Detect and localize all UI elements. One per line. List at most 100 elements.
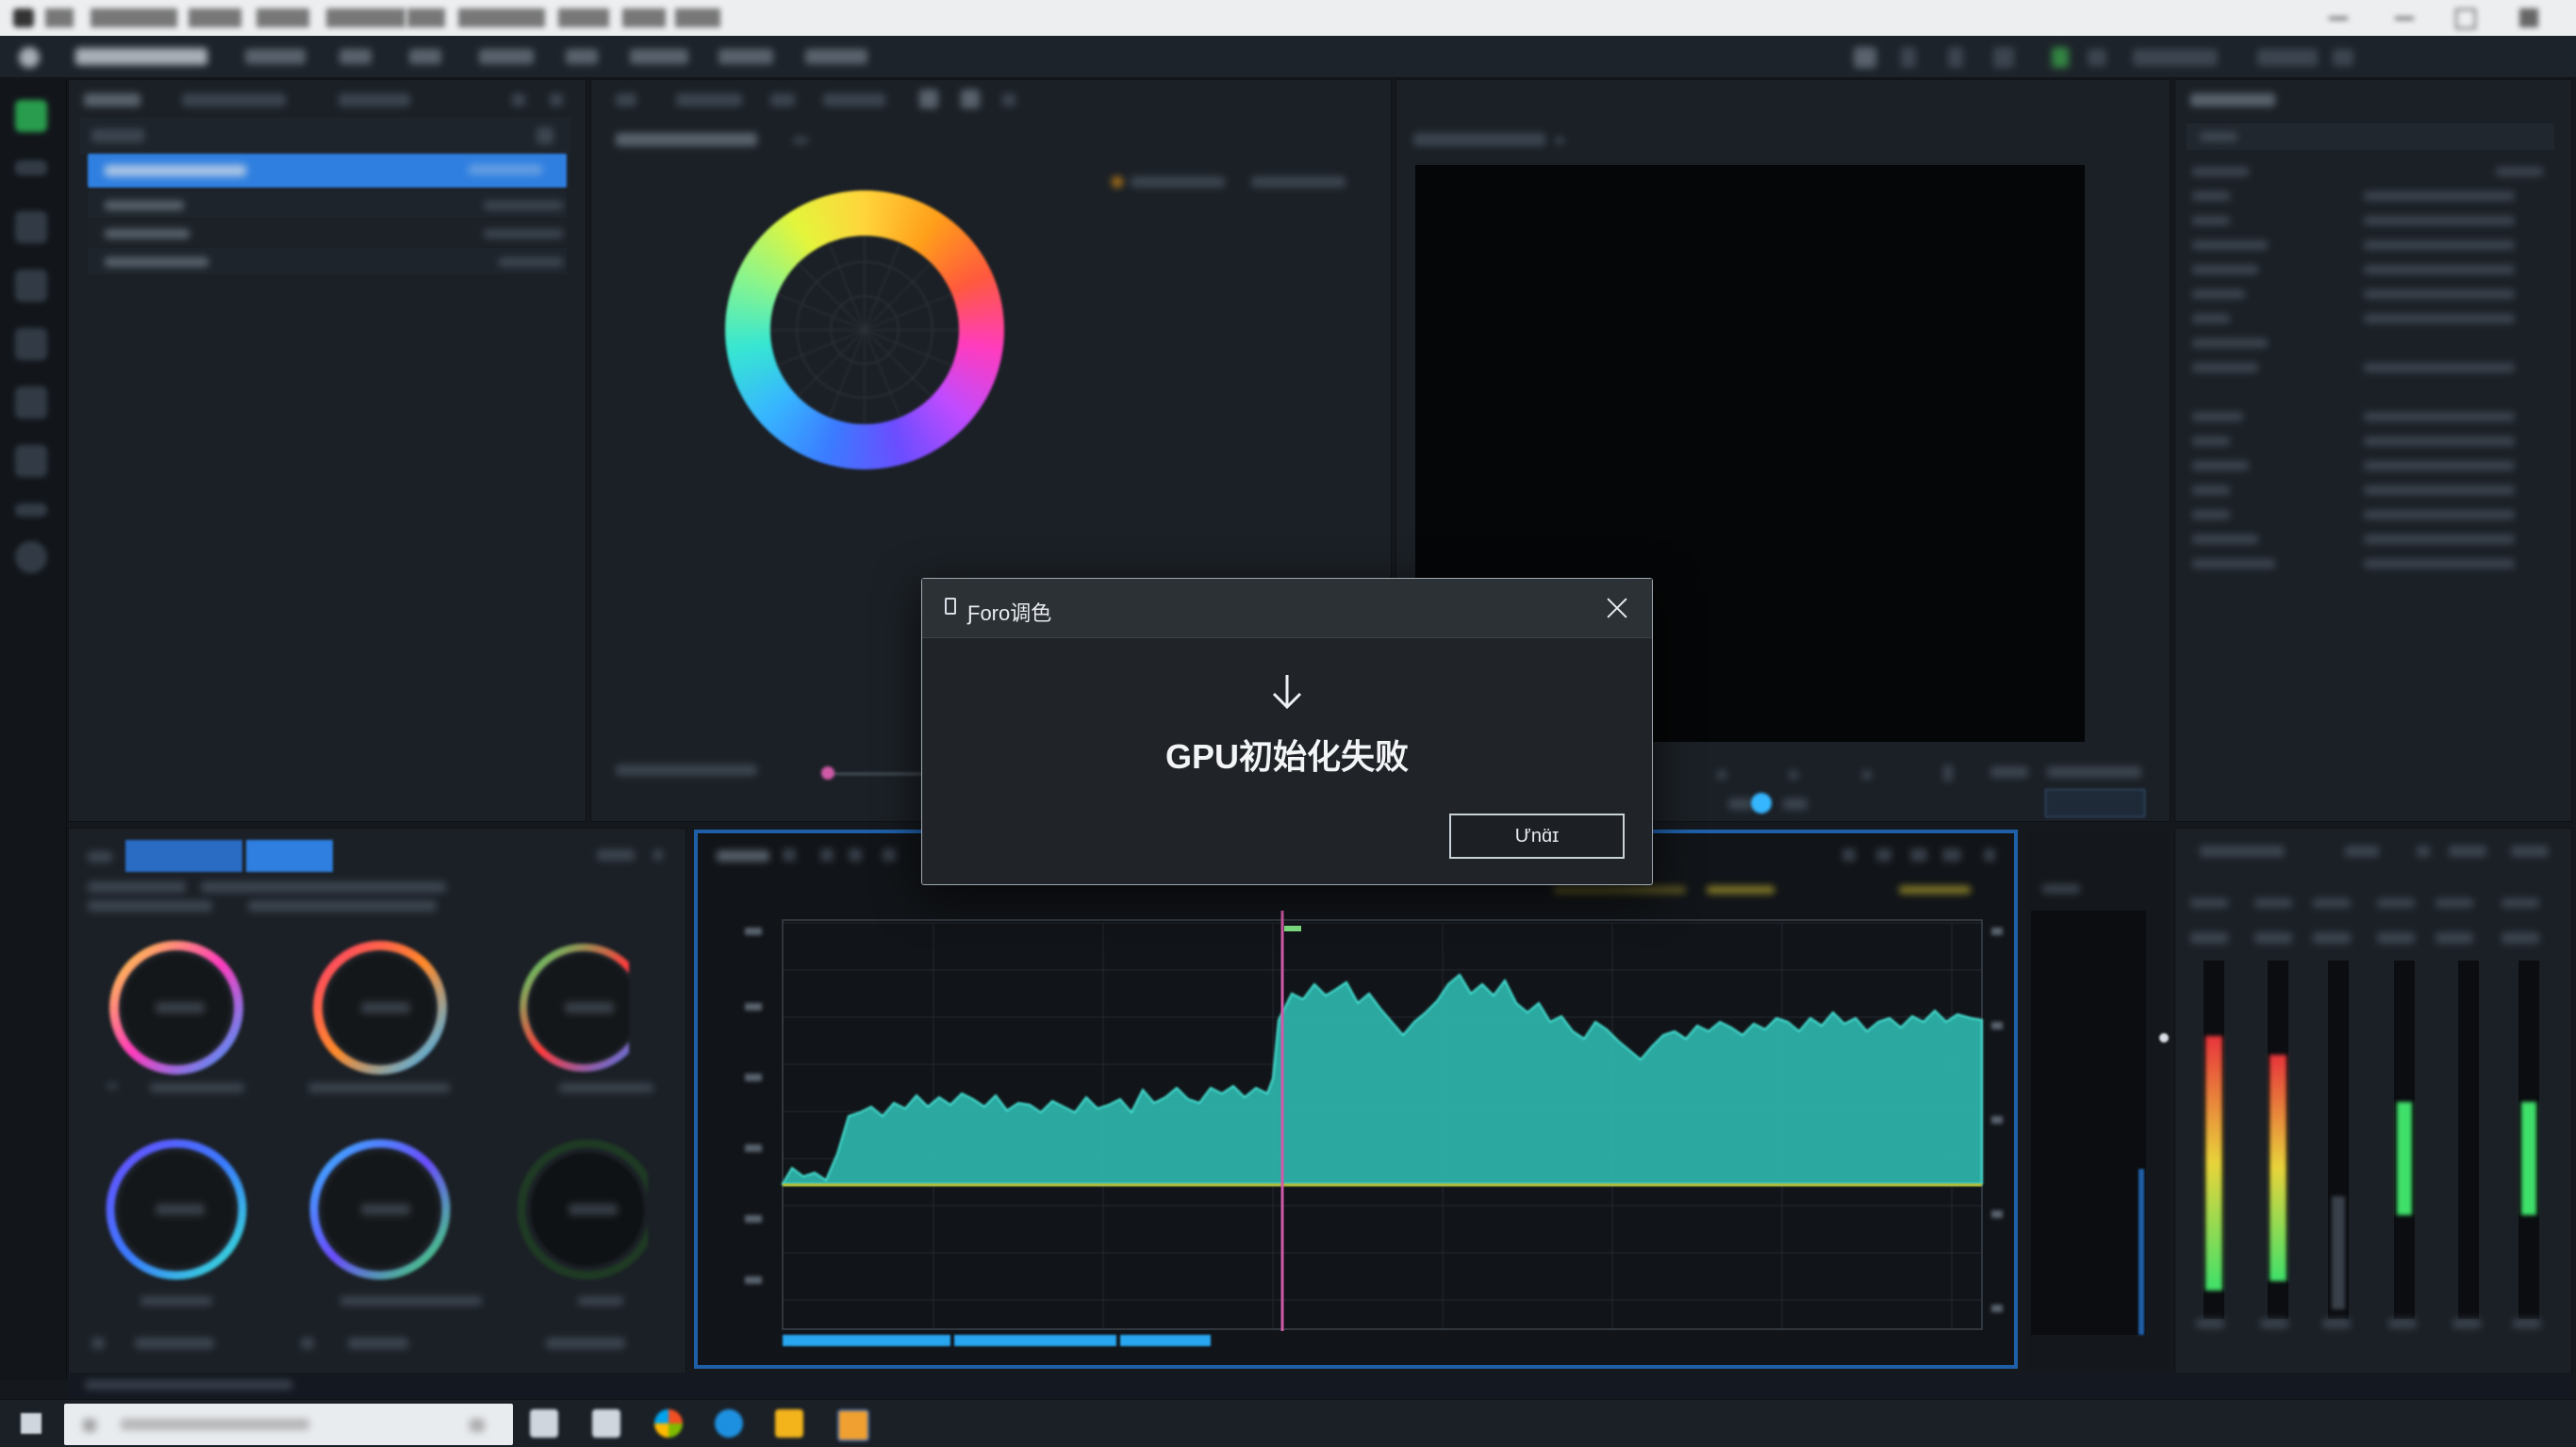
panel-icon[interactable] [550,93,563,107]
clip-row[interactable] [88,248,567,274]
panel-icon[interactable] [1002,93,1016,107]
folder-icon[interactable] [775,1409,803,1438]
wheel-slider[interactable] [823,772,936,776]
menu-item[interactable] [805,49,867,64]
close-icon[interactable] [1603,594,1631,622]
menu-item[interactable] [245,49,305,64]
search-input[interactable] [91,129,144,142]
toolbar-icon[interactable] [1993,47,2014,68]
property-slider[interactable] [2364,191,2515,201]
toolbar-icon[interactable] [2333,49,2353,66]
clip-row[interactable] [88,220,567,246]
app-shield-icon[interactable] [837,1409,869,1441]
menu-item[interactable] [630,49,688,64]
wheel-slider-handle[interactable] [821,766,834,780]
menu-item[interactable] [718,49,773,64]
preview-button[interactable] [2045,789,2145,817]
toolbar-icon[interactable] [1854,47,1876,68]
panel-tab[interactable] [676,93,742,107]
dialog-button[interactable]: Ưnɑ̈ɪ [1449,814,1625,859]
toolbar-icon[interactable] [1901,47,1916,68]
mic-icon[interactable] [470,1419,485,1432]
property-slider[interactable] [2364,436,2515,446]
property-slider[interactable] [2364,510,2515,519]
menu-item[interactable] [256,8,309,27]
property-slider[interactable] [2364,216,2515,225]
taskbar-app-icon[interactable] [592,1409,620,1438]
panel-tab[interactable] [770,93,795,107]
property-slider[interactable] [2364,363,2515,372]
rail-icon[interactable] [15,386,47,419]
menu-item[interactable] [326,8,405,27]
search-icon [83,1419,96,1432]
taskbar-search-input[interactable] [64,1404,513,1445]
rail-icon[interactable] [15,211,47,243]
menu-item[interactable] [558,8,609,27]
menu-item[interactable] [45,8,74,27]
toolbar-icon[interactable] [2088,49,2106,66]
rail-icon[interactable] [15,541,47,573]
property-slider[interactable] [2364,559,2515,568]
menu-item[interactable] [566,49,598,64]
panel-icon[interactable] [91,1338,105,1349]
clip-duration [484,229,563,238]
meters-icon[interactable] [2417,846,2430,857]
selected-clip-row[interactable] [88,154,567,188]
mode-tab[interactable] [125,840,242,872]
start-icon[interactable] [21,1413,41,1434]
edge-icon[interactable] [715,1409,743,1438]
menu-item[interactable] [91,8,177,27]
menu-item[interactable] [675,8,720,27]
property-slider[interactable] [2364,534,2515,544]
color-wheel[interactable] [723,189,1006,471]
inspector-title [2190,93,2275,107]
minimize-icon[interactable] [2329,17,2348,20]
property-slider[interactable] [2364,412,2515,421]
menu-item[interactable] [189,8,241,27]
strip-scrollbar[interactable] [2138,1169,2144,1335]
task-view-icon[interactable] [530,1409,558,1438]
dropdown-icon[interactable] [653,849,663,861]
range-bar-segment[interactable] [954,1335,1116,1346]
chrome-icon[interactable] [654,1409,683,1438]
panel-tab[interactable] [84,93,140,107]
panel-icon[interactable] [961,90,980,108]
range-bar-segment[interactable] [783,1335,950,1346]
rail-icon[interactable] [15,270,47,302]
maximize-icon[interactable] [2455,8,2476,29]
property-slider[interactable] [2364,314,2515,323]
panel-icon[interactable] [919,90,938,108]
panel-icon[interactable] [512,93,525,107]
filter-icon[interactable] [537,127,553,144]
toolbar-icon[interactable] [1948,47,1963,68]
property-slider[interactable] [2364,485,2515,495]
mode-tab-active[interactable] [246,840,333,872]
property-slider[interactable] [2364,461,2515,470]
property-slider[interactable] [2364,240,2515,250]
panel-tab[interactable] [823,93,885,107]
clip-row[interactable] [88,191,567,218]
menu-item[interactable] [407,8,445,27]
panel-tab[interactable] [339,93,410,107]
strip-handle[interactable] [2159,1033,2169,1043]
menu-item[interactable] [479,49,534,64]
rail-icon[interactable] [15,503,47,517]
waveform-chart[interactable] [698,833,2014,1365]
panel-tab[interactable] [182,93,286,107]
panel-icon[interactable] [301,1338,314,1349]
menu-item[interactable] [409,49,441,64]
property-slider[interactable] [2364,265,2515,274]
close-window-icon[interactable] [2519,8,2538,27]
rail-icon[interactable] [15,328,47,360]
rail-icon[interactable] [15,160,47,175]
menu-item[interactable] [458,8,545,27]
range-bar-segment[interactable] [1120,1335,1211,1346]
menu-item[interactable] [339,49,372,64]
rail-icon[interactable] [15,445,47,477]
panel-tab[interactable] [616,93,636,107]
minimize-icon[interactable] [2395,17,2414,20]
rail-active-icon[interactable] [15,100,47,132]
property-slider[interactable] [2364,289,2515,299]
menu-item[interactable] [622,8,666,27]
playback-indicator[interactable] [1751,793,1772,814]
